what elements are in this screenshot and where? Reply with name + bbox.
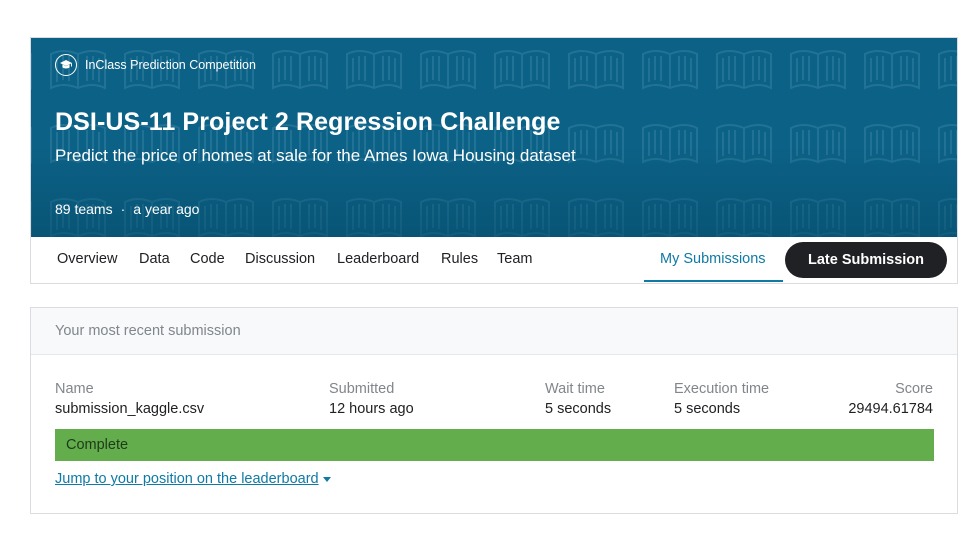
competition-banner: InClass Prediction Competition DSI-US-11…: [31, 38, 957, 237]
wait-time-value: 5 seconds: [545, 401, 612, 417]
caret-down-icon: [322, 476, 331, 482]
competition-meta: 89 teams · a year ago: [55, 201, 199, 217]
submitted-value: 12 hours ago: [329, 401, 414, 417]
execution-time-column: Execution time 5 seconds: [674, 381, 769, 417]
competition-title: DSI-US-11 Project 2 Regression Challenge: [55, 108, 561, 136]
wait-time-column: Wait time 5 seconds: [545, 381, 611, 417]
score-label: Score: [895, 381, 933, 397]
score-column: Score 29494.61784: [848, 381, 933, 417]
recent-submission-label: Your most recent submission: [55, 323, 241, 339]
score-value: 29494.61784: [848, 401, 933, 417]
competition-age: a year ago: [133, 201, 200, 217]
graduation-cap-icon: [55, 54, 77, 76]
jump-to-leaderboard-link[interactable]: Jump to your position on the leaderboard: [55, 471, 331, 487]
name-label: Name: [55, 381, 94, 397]
tab-discussion[interactable]: Discussion: [245, 251, 315, 267]
late-submission-button[interactable]: Late Submission: [785, 242, 947, 278]
recent-submission-header: Your most recent submission: [31, 308, 957, 355]
jump-link-label: Jump to your position on the leaderboard: [55, 471, 319, 487]
tab-rules[interactable]: Rules: [441, 251, 478, 267]
execution-time-value: 5 seconds: [674, 401, 741, 417]
execution-time-label: Execution time: [674, 381, 770, 397]
tab-code[interactable]: Code: [190, 251, 225, 267]
meta-separator: ·: [120, 201, 126, 217]
tab-team[interactable]: Team: [497, 251, 532, 267]
competition-type-label: InClass Prediction Competition: [85, 58, 256, 72]
competition-type: InClass Prediction Competition: [55, 54, 256, 76]
submitted-column: Submitted 12 hours ago: [329, 381, 414, 417]
status-text: Complete: [66, 437, 129, 453]
competition-tabs: Overview Data Code Discussion Leaderboar…: [31, 237, 957, 283]
submission-filename: submission_kaggle.csv: [55, 401, 205, 417]
status-bar: Complete: [55, 429, 934, 461]
submitted-label: Submitted: [329, 381, 395, 397]
tab-data[interactable]: Data: [139, 251, 170, 267]
submission-name-column: Name submission_kaggle.csv: [55, 381, 204, 417]
active-tab-indicator: [644, 280, 783, 282]
team-count: 89 teams: [55, 201, 113, 217]
wait-time-label: Wait time: [545, 381, 605, 397]
competition-header-card: InClass Prediction Competition DSI-US-11…: [30, 37, 958, 284]
tab-my-submissions[interactable]: My Submissions: [660, 251, 766, 267]
recent-submission-card: Your most recent submission Name submiss…: [30, 307, 958, 514]
tab-overview[interactable]: Overview: [57, 251, 117, 267]
tab-leaderboard[interactable]: Leaderboard: [337, 251, 419, 267]
competition-subtitle: Predict the price of homes at sale for t…: [55, 146, 576, 165]
